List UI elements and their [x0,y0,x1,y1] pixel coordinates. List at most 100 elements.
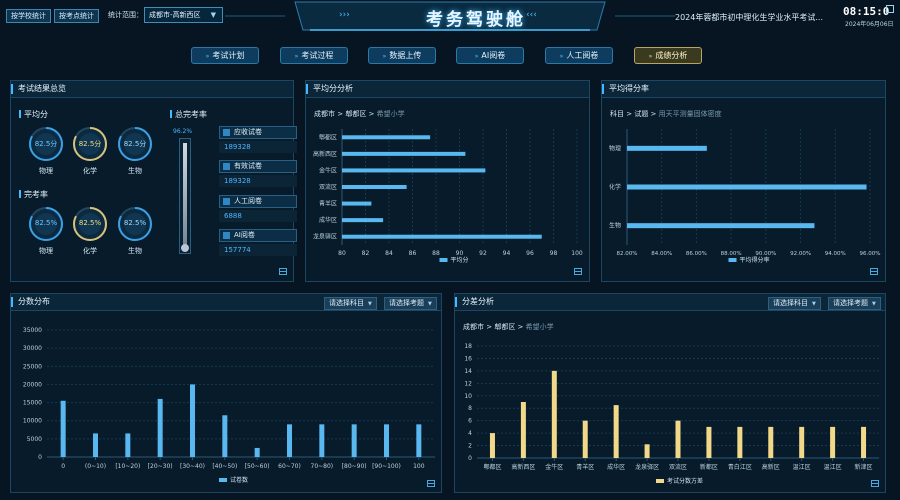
gauge: 82.5分 [72,126,108,162]
tab-exam-process[interactable]: » 考试过程 [280,47,348,64]
category-label: 郫都区 [319,133,337,141]
bar[interactable] [190,384,195,457]
bar[interactable] [706,426,712,458]
bar[interactable] [287,424,292,457]
gauge: 82.5% [117,206,153,242]
bar[interactable] [342,135,431,140]
category-label: 高新西区 [313,150,337,158]
bar[interactable] [342,234,542,239]
bar[interactable] [342,168,486,173]
tick-label: 0 [38,454,42,461]
bar[interactable] [551,370,557,458]
by-school-button[interactable]: 按学校统计 [6,9,51,23]
card-manual-value: 6888 [219,210,297,222]
bar[interactable] [342,218,384,223]
bar[interactable] [93,433,98,457]
legend-swatch [439,258,448,262]
bar[interactable] [737,426,743,458]
gauge-value: 82.5% [34,219,58,227]
bar[interactable] [254,447,260,457]
breadcrumb-item[interactable]: 郫都区 [345,110,366,118]
bar[interactable] [861,426,867,458]
total-completion-label: 总完考率 [170,109,207,120]
fullscreen-icon[interactable] [886,5,894,13]
breadcrumb-item[interactable]: 科目 [610,110,624,118]
category-label: [50~60) [245,463,270,470]
tab-exam-plan[interactable]: » 考试计划 [191,47,259,64]
table-icon[interactable] [870,268,878,275]
bar[interactable] [351,424,357,457]
chevron-down-icon: ▼ [872,301,876,307]
gauge-value: 82.5分 [78,140,102,148]
card-valid-label: 有效试卷 [219,160,297,173]
bar[interactable] [520,402,526,458]
category-label: [30~40) [180,463,205,470]
tick-label: 82.00% [617,251,638,257]
by-site-button[interactable]: 按考点统计 [54,9,99,23]
breadcrumb-item[interactable]: 成都市 [314,110,335,118]
bar[interactable] [799,426,805,458]
bar[interactable] [342,201,372,206]
breadcrumb-item[interactable]: 成都市 [463,323,484,331]
bar[interactable] [627,184,867,190]
tick-label: 25000 [23,363,42,370]
table-icon[interactable] [279,268,287,275]
subject-select[interactable]: 请选择科目 ▼ [324,297,377,310]
breadcrumb: 成都市 > 郫都区 > 希望小学 [314,110,405,118]
tick-label: 92 [479,250,487,257]
bar[interactable] [675,420,681,458]
tab-manual-marking[interactable]: » 人工阅卷 [545,47,613,64]
subject-select[interactable]: 请选择科目 ▼ [768,297,821,310]
table-icon[interactable] [574,268,582,275]
category-label: [40~50) [212,463,237,470]
bar[interactable] [830,426,836,458]
bar[interactable] [627,145,707,151]
tab-data-upload[interactable]: » 数据上传 [368,47,436,64]
total-completion-bar [179,138,191,254]
avg-score-panel: 平均分分析 成都市 > 郫都区 > 希望小学 80 82 84 86 88 90 92 94 9… [305,80,590,282]
range-select[interactable]: 成都市-高新西区 ▼ [144,7,223,23]
bar[interactable] [489,433,495,458]
bar[interactable] [768,426,774,458]
tick-label: 4 [468,430,472,437]
tick-label: 35000 [23,327,42,334]
bar[interactable] [613,405,619,458]
bar[interactable] [125,433,131,457]
tab-ai-marking[interactable]: » AI阅卷 [456,47,524,64]
category-label: (0~10) [85,463,106,470]
chevron-down-icon: ▼ [428,301,432,307]
bar[interactable] [157,398,163,457]
legend-swatch [656,479,664,483]
bar[interactable] [342,151,466,156]
tab-score-analysis[interactable]: » 成绩分析 [634,47,702,64]
bar[interactable] [384,424,389,457]
bar[interactable] [644,444,650,458]
bar[interactable] [582,420,588,458]
category-label: 60~70) [278,463,301,470]
bar[interactable] [319,424,325,457]
question-select[interactable]: 请选择考题 ▼ [384,297,437,310]
category-label: 生物 [609,222,621,230]
bar[interactable] [60,400,66,457]
category-label: 青羊区 [319,200,337,208]
gauge-value: 82.5% [78,219,102,227]
category-label: 青羊区 [576,463,594,471]
tick-label: 88 [432,250,440,257]
bar[interactable] [222,415,228,457]
header-bar: 按学校统计 按考点统计 统计范围： 成都市-高新西区 ▼ ››› ‹‹‹ 考务驾… [0,0,900,38]
table-icon[interactable] [871,480,879,487]
bar[interactable] [416,424,422,457]
question-select[interactable]: 请选择考题 ▼ [828,297,881,310]
tick-label: 12 [464,380,472,387]
tick-label: 86 [409,250,417,257]
gauge-subject: 生物 [128,247,142,255]
tick-label: 6 [468,418,472,425]
double-arrow-icon: » [294,53,299,60]
bar[interactable] [342,185,407,189]
table-icon[interactable] [427,480,435,487]
tick-label: 16 [464,355,472,362]
category-label: 金牛区 [319,166,337,174]
breadcrumb-item[interactable]: 试题 [634,110,648,118]
bar[interactable] [627,223,815,229]
breadcrumb-item[interactable]: 郫都区 [494,323,515,331]
